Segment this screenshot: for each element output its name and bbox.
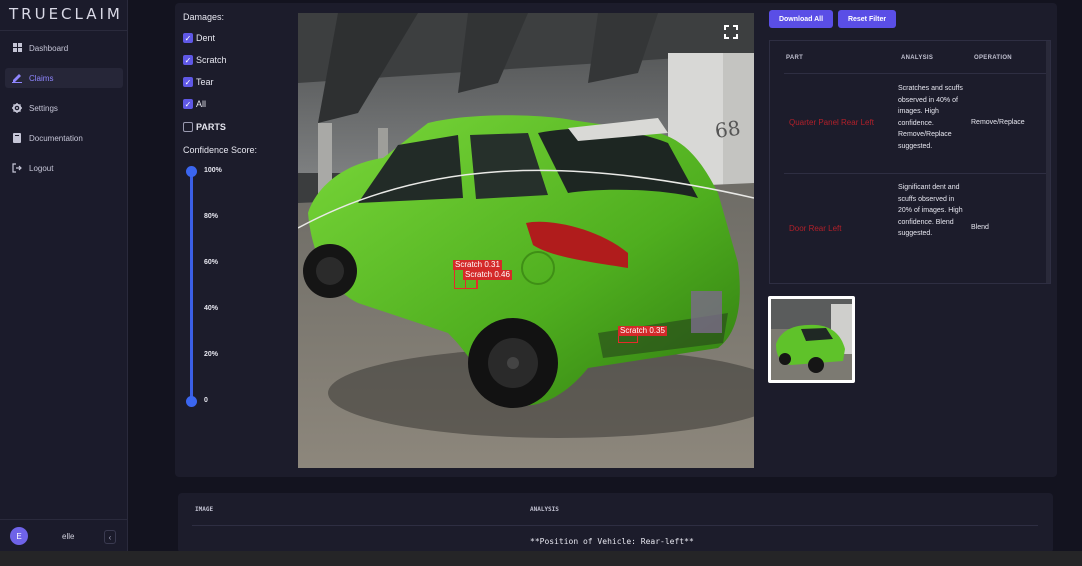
download-all-button[interactable]: Download All bbox=[769, 10, 833, 28]
sidebar-item-documentation[interactable]: Documentation bbox=[5, 128, 123, 148]
checkbox-checked-icon[interactable]: ✓ bbox=[183, 99, 193, 109]
confidence-tick-label: 40% bbox=[204, 305, 219, 312]
image-analysis-table: IMAGE ANALYSIS **Position of Vehicle: Re… bbox=[178, 493, 1053, 553]
app-logo[interactable]: TRUECLAIM bbox=[9, 5, 123, 23]
sidebar-item-label: Dashboard bbox=[29, 43, 69, 53]
part-name: Door Rear Left bbox=[789, 224, 842, 233]
avatar[interactable]: E bbox=[10, 527, 28, 545]
sidebar-item-logout[interactable]: Logout bbox=[5, 158, 123, 178]
filter-option-label: All bbox=[196, 99, 207, 109]
part-analysis: Scratches and scuffs observed in 40% of … bbox=[898, 85, 963, 150]
sidebar-item-label: Settings bbox=[29, 103, 58, 113]
detection-label: Scratch 0.46 bbox=[463, 270, 512, 280]
confidence-score-title: Confidence Score: bbox=[183, 145, 258, 155]
pillar-number: 68 bbox=[713, 116, 742, 143]
sidebar: TRUECLAIM Dashboard Claims Settings Docu… bbox=[0, 0, 128, 551]
filter-option-label: PARTS bbox=[196, 122, 226, 132]
table-scrollbar[interactable] bbox=[1046, 41, 1050, 283]
analysis-text: **Position of Vehicle: Rear-left** bbox=[530, 537, 694, 546]
sidebar-item-dashboard[interactable]: Dashboard bbox=[5, 38, 123, 58]
thumbnail-image bbox=[771, 299, 852, 380]
car-photo-illustration: 68 bbox=[298, 13, 754, 468]
grid-icon bbox=[12, 43, 22, 53]
damage-photo[interactable]: 68 Scratch 0.31 Scratch 0.46 Scratch 0.3… bbox=[298, 13, 754, 468]
detection-label: Scratch 0.35 bbox=[618, 326, 667, 336]
filter-option-label: Tear bbox=[196, 77, 214, 87]
confidence-tick-label: 0 bbox=[204, 397, 208, 404]
filter-option-scratch[interactable]: ✓ Scratch bbox=[183, 55, 227, 65]
part-analysis: Significant dent and scuffs observed in … bbox=[898, 184, 963, 237]
checkbox-checked-icon[interactable]: ✓ bbox=[183, 55, 193, 65]
row-divider bbox=[784, 73, 1050, 74]
row-divider bbox=[784, 173, 1050, 174]
sidebar-item-label: Logout bbox=[29, 163, 54, 173]
filter-option-label: Dent bbox=[196, 33, 216, 43]
column-header-analysis: ANALYSIS bbox=[530, 506, 559, 513]
part-operation: Remove/Replace bbox=[971, 119, 1025, 126]
sidebar-item-claims[interactable]: Claims bbox=[5, 68, 123, 88]
confidence-slider-max-handle[interactable] bbox=[186, 166, 197, 177]
checkbox-checked-icon[interactable]: ✓ bbox=[183, 77, 193, 87]
filter-option-label: Scratch bbox=[196, 55, 227, 65]
filter-option-parts[interactable]: PARTS bbox=[183, 122, 226, 132]
edit-icon bbox=[12, 73, 22, 83]
part-operation: Blend bbox=[971, 224, 989, 231]
sidebar-collapse-button[interactable]: ‹ bbox=[104, 530, 116, 544]
parts-table: PART ANALYSIS OPERATION U Quarter Panel … bbox=[769, 40, 1051, 284]
sidebar-item-label: Claims bbox=[29, 73, 54, 83]
part-name: Quarter Panel Rear Left bbox=[789, 118, 874, 127]
logout-icon bbox=[12, 163, 22, 173]
gear-icon bbox=[12, 103, 22, 113]
photo-thumbnail[interactable] bbox=[768, 296, 855, 383]
sidebar-item-label: Documentation bbox=[29, 133, 83, 143]
confidence-slider-min-handle[interactable] bbox=[186, 396, 197, 407]
confidence-tick-label: 20% bbox=[204, 351, 219, 358]
sidebar-divider bbox=[0, 519, 128, 520]
reset-filter-button[interactable]: Reset Filter bbox=[838, 10, 896, 28]
checkbox-unchecked-icon[interactable] bbox=[183, 122, 193, 132]
filter-option-all[interactable]: ✓ All bbox=[183, 99, 206, 109]
window-bottom-bar bbox=[0, 551, 1082, 566]
column-header-part: PART bbox=[786, 55, 804, 61]
sidebar-item-settings[interactable]: Settings bbox=[5, 98, 123, 118]
book-icon bbox=[12, 133, 22, 143]
checkbox-checked-icon[interactable]: ✓ bbox=[183, 33, 193, 43]
column-header-image: IMAGE bbox=[195, 506, 214, 513]
confidence-tick-label: 60% bbox=[204, 259, 219, 266]
damages-filter-title: Damages: bbox=[183, 12, 225, 22]
filter-option-dent[interactable]: ✓ Dent bbox=[183, 33, 215, 43]
column-header-analysis: ANALYSIS bbox=[901, 55, 934, 61]
row-divider bbox=[192, 525, 1038, 526]
sidebar-divider bbox=[0, 30, 128, 31]
filter-option-tear[interactable]: ✓ Tear bbox=[183, 77, 214, 87]
user-name: elle bbox=[62, 532, 75, 541]
confidence-slider-track[interactable] bbox=[190, 171, 193, 401]
confidence-tick-label: 80% bbox=[204, 213, 219, 220]
column-header-operation: OPERATION bbox=[974, 55, 1012, 61]
confidence-tick-label: 100% bbox=[204, 167, 222, 174]
fullscreen-icon[interactable] bbox=[724, 25, 738, 39]
detection-label: Scratch 0.31 bbox=[453, 260, 502, 270]
